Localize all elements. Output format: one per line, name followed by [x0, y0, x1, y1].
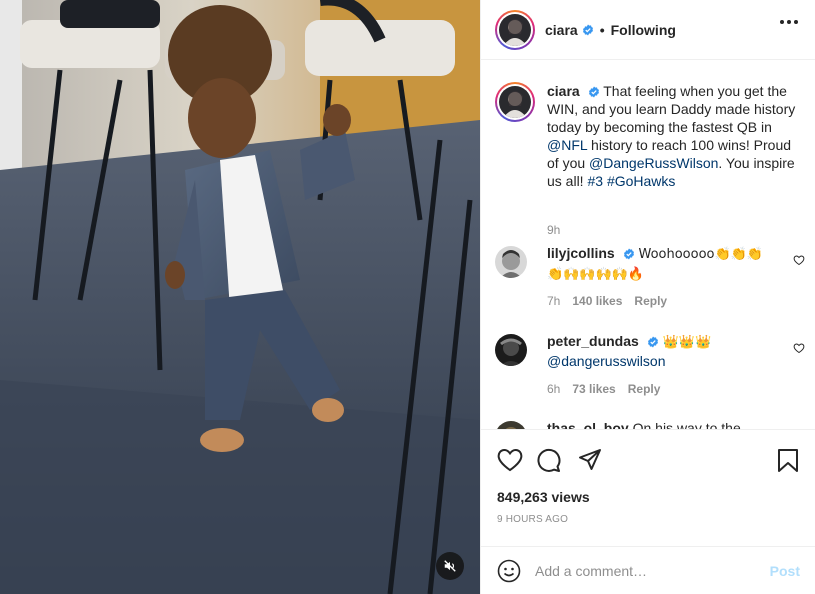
- add-comment-bar: Post: [481, 546, 815, 594]
- reply-button[interactable]: Reply: [634, 294, 667, 308]
- post-side-panel: ciara • Following ciara That feeling whe…: [480, 0, 815, 594]
- comment-meta: 7h 140 likes Reply: [547, 294, 667, 308]
- caption-username[interactable]: ciara: [547, 83, 580, 99]
- heart-icon[interactable]: [793, 254, 805, 266]
- avatar[interactable]: [495, 421, 527, 429]
- avatar[interactable]: [495, 334, 527, 366]
- avatar[interactable]: [495, 9, 535, 50]
- post-media[interactable]: [0, 0, 480, 594]
- comment-text: thas_ol_boy On his way to the: [547, 419, 779, 429]
- comment-likes[interactable]: 73 likes: [572, 382, 615, 396]
- following-button[interactable]: Following: [611, 22, 676, 38]
- hashtag-link[interactable]: #GoHawks: [607, 173, 675, 189]
- caption-text-part: That feeling when you get the WIN, and y…: [547, 83, 796, 135]
- comment-input[interactable]: [535, 562, 755, 579]
- post-author-username[interactable]: ciara: [545, 22, 578, 38]
- comment-username[interactable]: thas_ol_boy: [547, 420, 629, 429]
- comment-username[interactable]: lilyjcollins: [547, 245, 615, 261]
- comments-list: ciara That feeling when you get the WIN,…: [481, 61, 815, 429]
- comment-timestamp[interactable]: 6h: [547, 382, 560, 396]
- comment-body: 👑👑👑: [662, 335, 712, 350]
- verified-badge-icon: [623, 248, 634, 260]
- verified-badge-icon: [647, 336, 658, 348]
- heart-icon[interactable]: [793, 342, 805, 354]
- more-options-icon[interactable]: [780, 20, 798, 24]
- post-header: ciara • Following: [481, 0, 815, 60]
- bookmark-icon[interactable]: [777, 448, 799, 473]
- mention-link[interactable]: @NFL: [547, 137, 587, 153]
- caption-timestamp[interactable]: 9h: [547, 223, 560, 237]
- post-date[interactable]: 9 HOURS AGO: [497, 514, 568, 525]
- separator-dot: •: [599, 21, 605, 38]
- comment-text: peter_dundas 👑👑👑 @dangerusswilson: [547, 332, 779, 370]
- emoji-icon[interactable]: [497, 559, 521, 583]
- comment-icon[interactable]: [536, 448, 561, 473]
- mention-link[interactable]: @dangerusswilson: [547, 353, 666, 369]
- heart-icon[interactable]: [497, 448, 523, 472]
- comment-text: lilyjcollins Woohooooo👏👏👏 👏🙌🙌🙌🙌🔥: [547, 244, 779, 284]
- avatar[interactable]: [495, 246, 527, 278]
- profile-photo: [499, 86, 531, 118]
- share-icon[interactable]: [578, 448, 602, 472]
- hashtag-link[interactable]: #3: [587, 173, 603, 189]
- video-frame: [0, 0, 480, 594]
- profile-photo: [499, 13, 531, 46]
- post-comment-button[interactable]: Post: [770, 563, 800, 579]
- caption-text: ciara That feeling when you get the WIN,…: [547, 82, 803, 190]
- comment-meta: 6h 73 likes Reply: [547, 382, 660, 396]
- avatar[interactable]: [495, 82, 535, 122]
- mute-toggle-button[interactable]: [436, 552, 464, 580]
- comment-body: On his way to the: [632, 420, 741, 429]
- mention-link[interactable]: @DangeRussWilson: [589, 155, 718, 171]
- speaker-muted-icon: [444, 560, 456, 572]
- comment-likes[interactable]: 140 likes: [572, 294, 622, 308]
- reply-button[interactable]: Reply: [628, 382, 661, 396]
- action-bar: [481, 429, 815, 479]
- view-count[interactable]: 849,263 views: [497, 489, 590, 505]
- verified-badge-icon: [582, 24, 593, 35]
- comment-username[interactable]: peter_dundas: [547, 333, 639, 349]
- comment-timestamp[interactable]: 7h: [547, 294, 560, 308]
- verified-badge-icon: [588, 86, 599, 98]
